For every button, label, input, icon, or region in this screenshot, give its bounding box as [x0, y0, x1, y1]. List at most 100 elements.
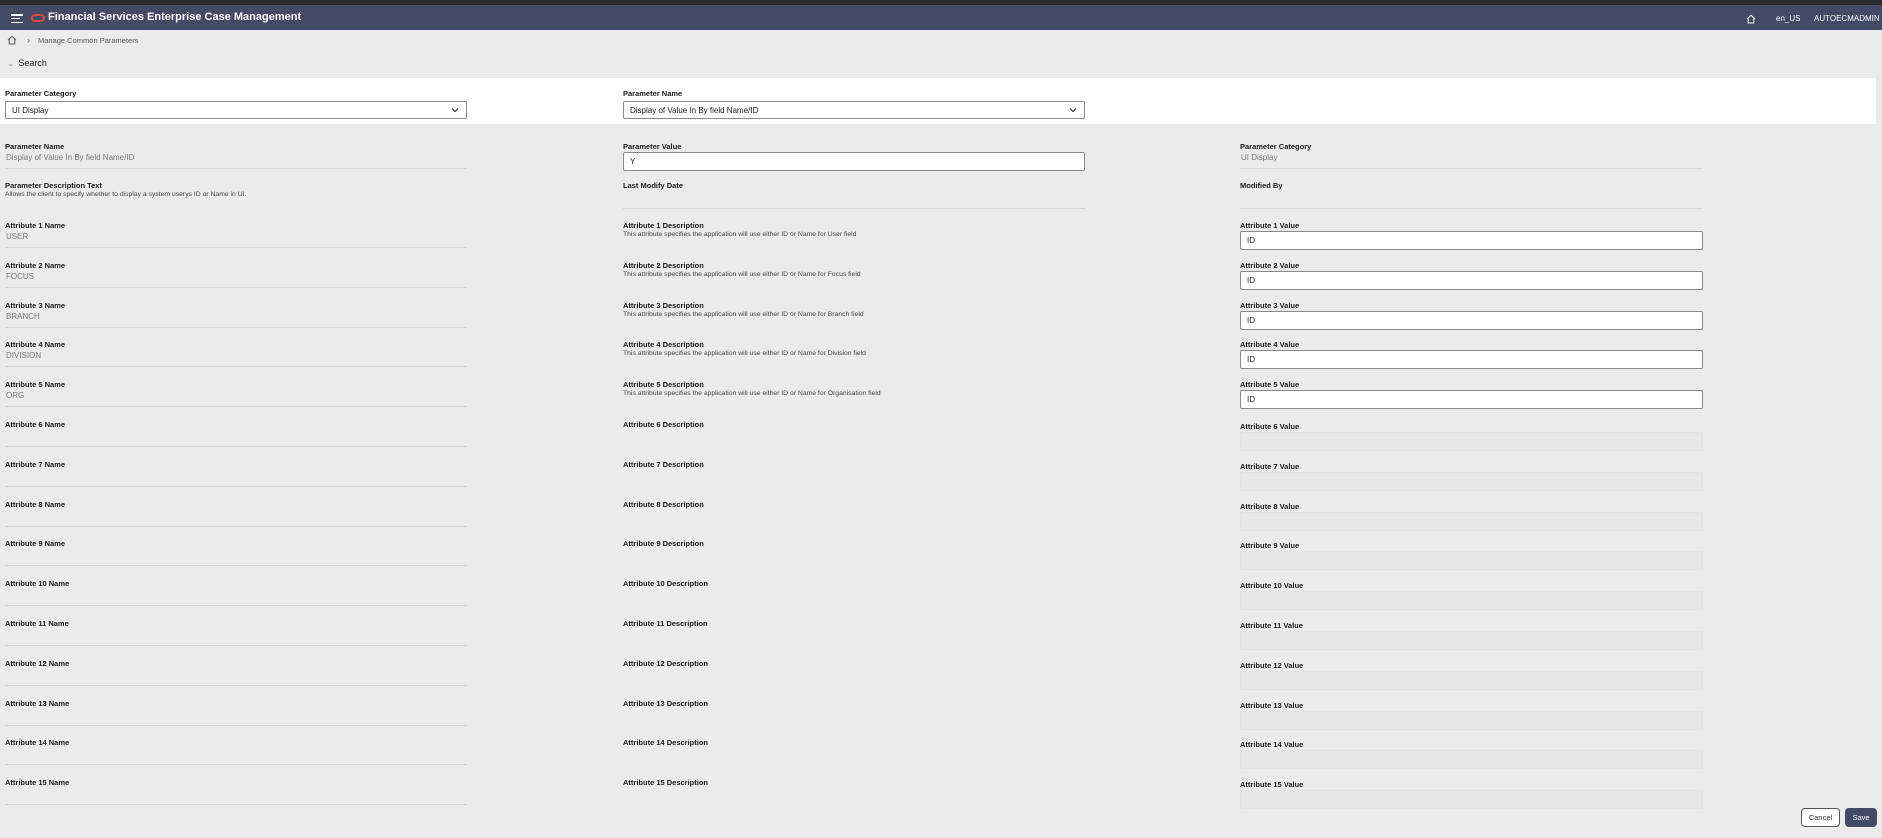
attribute-1-desc-value: This attribute specifies the application… [623, 231, 857, 238]
attribute-2-name-readonly: FOCUS [5, 271, 467, 288]
attribute-6-name-readonly [5, 430, 467, 447]
attribute-9-name-label: Attribute 9 Name [5, 539, 66, 548]
attribute-9-name-readonly [5, 549, 467, 566]
search-category-label: Parameter Category [5, 89, 77, 98]
attribute-5-name-label: Attribute 5 Name [5, 380, 66, 389]
home-icon[interactable] [7, 35, 17, 45]
attribute-9-value-input [1240, 551, 1703, 570]
desc-text-value: Allows the client to specify whether to … [5, 191, 247, 198]
attribute-12-name-label: Attribute 12 Name [5, 659, 70, 668]
attribute-3-value-label: Attribute 3 Value [1240, 301, 1300, 310]
attribute-8-name-label: Attribute 8 Name [5, 500, 66, 509]
attribute-10-name-readonly [5, 589, 467, 606]
attribute-1-desc-label: Attribute 1 Description [623, 221, 704, 230]
attribute-4-value-input[interactable]: ID [1240, 350, 1703, 369]
attribute-3-desc-value: This attribute specifies the application… [623, 311, 864, 318]
parameter-category-select[interactable]: UI Display [5, 101, 467, 119]
user-menu[interactable]: AUTOECMADMIN ⌄ [1814, 14, 1882, 23]
attribute-7-name-label: Attribute 7 Name [5, 460, 66, 469]
attribute-9-desc-label: Attribute 9 Description [623, 539, 704, 548]
attribute-8-value-label: Attribute 8 Value [1240, 502, 1300, 511]
attribute-3-value-input[interactable]: ID [1240, 311, 1703, 330]
attribute-12-desc-label: Attribute 12 Description [623, 659, 709, 668]
attribute-11-value-label: Attribute 11 Value [1240, 621, 1303, 630]
attribute-5-value-input[interactable]: ID [1240, 390, 1703, 409]
attribute-13-name-label: Attribute 13 Name [5, 699, 70, 708]
cancel-button[interactable]: Cancel [1801, 808, 1840, 827]
attribute-2-value-input[interactable]: ID [1240, 271, 1703, 290]
search-label: Search [18, 58, 47, 68]
attribute-7-value-label: Attribute 7 Value [1240, 462, 1300, 471]
attribute-4-desc-value: This attribute specifies the application… [623, 350, 866, 357]
attribute-12-name-readonly [5, 669, 467, 686]
attribute-1-value-input[interactable]: ID [1240, 231, 1703, 250]
param-value-input[interactable]: Y [623, 152, 1085, 171]
attribute-13-value-label: Attribute 13 Value [1240, 701, 1304, 710]
attribute-2-desc-value: This attribute specifies the application… [623, 271, 861, 278]
attribute-7-desc-label: Attribute 7 Description [623, 460, 704, 469]
app-title: Financial Services Enterprise Case Manag… [48, 11, 302, 23]
attribute-14-value-label: Attribute 14 Value [1240, 740, 1304, 749]
attribute-15-desc-label: Attribute 15 Description [623, 778, 709, 787]
attribute-4-desc-label: Attribute 4 Description [623, 340, 704, 349]
attribute-5-desc-value: This attribute specifies the application… [623, 390, 881, 397]
chevron-down-icon [451, 108, 459, 113]
attribute-14-value-input [1240, 750, 1703, 769]
attribute-10-value-label: Attribute 10 Value [1240, 581, 1304, 590]
attribute-4-value-label: Attribute 4 Value [1240, 340, 1300, 349]
attribute-2-desc-label: Attribute 2 Description [623, 261, 704, 270]
attribute-1-name-label: Attribute 1 Name [5, 221, 66, 230]
attribute-14-desc-label: Attribute 14 Description [623, 738, 709, 747]
param-category-readonly: UI Display [1240, 152, 1703, 169]
attribute-7-value-input [1240, 472, 1703, 491]
locale-selector[interactable]: en_US [1776, 14, 1800, 23]
last-modify-label: Last Modify Date [623, 181, 684, 190]
attribute-10-desc-label: Attribute 10 Description [623, 579, 709, 588]
attribute-5-value-label: Attribute 5 Value [1240, 380, 1300, 389]
attribute-6-value-input [1240, 432, 1703, 451]
param-name-label: Parameter Name [5, 142, 65, 151]
attribute-11-desc-label: Attribute 11 Description [623, 619, 708, 628]
oracle-logo-icon [31, 14, 45, 22]
attribute-15-name-readonly [5, 788, 467, 805]
attribute-9-value-label: Attribute 9 Value [1240, 541, 1300, 550]
attribute-13-name-readonly [5, 709, 467, 726]
attribute-1-name-readonly: USER [5, 231, 467, 248]
attribute-8-name-readonly [5, 510, 467, 527]
attribute-5-desc-label: Attribute 5 Description [623, 380, 704, 389]
attribute-12-value-label: Attribute 12 Value [1240, 661, 1304, 670]
modified-by-label: Modified By [1240, 181, 1283, 190]
attribute-13-value-input [1240, 711, 1703, 730]
home-icon[interactable] [1746, 14, 1756, 24]
menu-icon[interactable] [11, 14, 23, 23]
chevron-right-icon: › [27, 35, 30, 45]
search-section-toggle[interactable]: ⌄ Search [8, 58, 47, 68]
attribute-11-name-readonly [5, 629, 467, 646]
attribute-15-value-label: Attribute 15 Value [1240, 780, 1304, 789]
attribute-8-value-input [1240, 512, 1703, 531]
attribute-6-value-label: Attribute 6 Value [1240, 422, 1300, 431]
chevron-down-icon [1069, 108, 1077, 113]
attribute-4-name-readonly: DIVISION [5, 350, 467, 367]
modified-by-readonly [1240, 192, 1703, 209]
parameter-name-select[interactable]: Display of Value In By field Name/ID [623, 101, 1085, 119]
parameter-category-value: UI Display [12, 105, 49, 115]
attribute-2-name-label: Attribute 2 Name [5, 261, 66, 270]
attribute-3-name-label: Attribute 3 Name [5, 301, 66, 310]
user-name: AUTOECMADMIN [1814, 14, 1880, 23]
attribute-10-value-input [1240, 591, 1703, 610]
search-name-label: Parameter Name [623, 89, 683, 98]
parameter-name-value: Display of Value In By field Name/ID [630, 105, 759, 115]
save-button[interactable]: Save [1845, 808, 1877, 827]
breadcrumb-current: Manage Common Parameters [38, 35, 139, 45]
attribute-4-name-label: Attribute 4 Name [5, 340, 66, 349]
attribute-12-value-input [1240, 671, 1703, 690]
attribute-7-name-readonly [5, 470, 467, 487]
attribute-11-value-input [1240, 631, 1703, 650]
param-name-readonly: Display of Value In By field Name/ID [5, 152, 467, 169]
desc-text-label: Parameter Description Text [5, 181, 102, 190]
app-header: Financial Services Enterprise Case Manag… [0, 5, 1882, 30]
attribute-6-name-label: Attribute 6 Name [5, 420, 66, 429]
attribute-15-value-input [1240, 790, 1703, 809]
attribute-5-name-readonly: ORG [5, 390, 467, 407]
